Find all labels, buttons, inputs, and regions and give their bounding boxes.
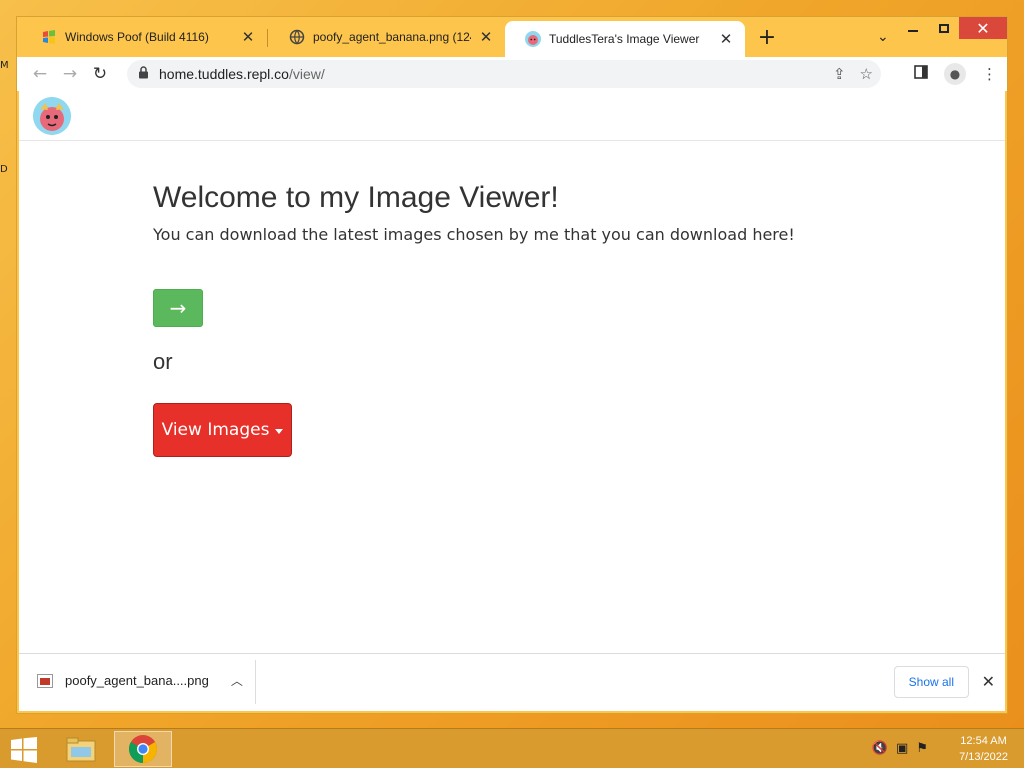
tab-divider <box>267 29 268 47</box>
page-title: Welcome to my Image Viewer! <box>153 181 559 214</box>
back-icon[interactable]: ← <box>25 64 55 84</box>
tab-title: TuddlesTera's Image Viewer <box>549 32 700 46</box>
start-button[interactable] <box>10 737 38 763</box>
download-shelf: poofy_agent_bana....png ︿ Show all ✕ <box>19 653 1005 711</box>
desktop-text-fragment: M <box>0 60 9 71</box>
shelf-divider <box>255 660 256 704</box>
windows-logo-icon <box>11 737 37 763</box>
close-icon[interactable]: ✕ <box>982 672 995 691</box>
profile-avatar-icon[interactable]: ● <box>944 63 966 85</box>
page-viewport: Welcome to my Image Viewer! You can down… <box>19 91 1005 653</box>
close-icon[interactable]: ✕ <box>479 28 493 46</box>
browser-window: ✕ Windows Poof (Build 4116) ✕ poofy_agen… <box>16 16 1008 714</box>
download-item[interactable]: poofy_agent_bana....png ︿ <box>37 672 243 689</box>
taskbar-chrome[interactable] <box>114 731 172 767</box>
arrow-right-icon: → <box>169 296 187 320</box>
close-icon[interactable]: ✕ <box>719 30 733 48</box>
forward-icon[interactable]: → <box>55 64 85 84</box>
tab-search-chevron-icon[interactable]: ⌄ <box>877 29 889 45</box>
url-path: /view/ <box>288 66 325 82</box>
system-tray: 🔇 ▣ ⚑ <box>872 741 928 756</box>
caret-down-icon <box>275 429 284 434</box>
omnibox-actions: ⇪ ☆ <box>833 65 873 83</box>
clock-date: 7/13/2022 <box>959 751 1008 763</box>
address-bar[interactable]: home.tuddles.repl.co/view/ ⇪ ☆ <box>127 60 881 88</box>
clock-time: 12:54 AM <box>960 735 1007 747</box>
browser-toolbar: ← → ↻ home.tuddles.repl.co/view/ ⇪ ☆ ● ⋮ <box>17 57 1007 91</box>
windows-flag-icon <box>43 30 55 44</box>
network-icon[interactable]: ▣ <box>896 741 908 756</box>
taskbar-file-explorer[interactable] <box>52 731 110 767</box>
close-icon[interactable]: ✕ <box>241 28 255 46</box>
taskbar-clock[interactable]: 12:54 AM 7/13/2022 <box>959 733 1008 765</box>
download-arrow-button[interactable]: → <box>153 289 203 327</box>
avatar-icon <box>525 31 541 47</box>
volume-muted-icon[interactable]: 🔇 <box>872 741 888 756</box>
lock-icon[interactable] <box>127 66 159 82</box>
show-all-button[interactable]: Show all <box>893 666 969 698</box>
or-separator-text: or <box>153 349 173 374</box>
kebab-menu-icon[interactable]: ⋮ <box>982 65 997 83</box>
bookmark-star-icon[interactable]: ☆ <box>860 65 873 83</box>
tab-windows-poof[interactable]: Windows Poof (Build 4116) ✕ <box>21 21 267 53</box>
share-icon[interactable]: ⇪ <box>833 65 846 83</box>
tab-strip: Windows Poof (Build 4116) ✕ poofy_agent_… <box>17 21 1007 57</box>
chevron-up-icon[interactable]: ︿ <box>231 672 243 689</box>
image-file-icon <box>37 673 53 688</box>
site-logo-avatar[interactable] <box>33 97 71 135</box>
tab-title: Windows Poof (Build 4116) <box>65 30 209 44</box>
side-panel-icon[interactable] <box>914 65 928 83</box>
tab-poofy-agent-banana[interactable]: poofy_agent_banana.png (1240× ✕ <box>269 21 505 53</box>
download-filename: poofy_agent_bana....png <box>65 673 209 688</box>
tab-image-viewer[interactable]: TuddlesTera's Image Viewer ✕ <box>505 21 745 57</box>
avatar-icon <box>33 97 71 135</box>
folder-icon <box>66 737 96 762</box>
reload-icon[interactable]: ↻ <box>85 64 115 84</box>
globe-icon <box>289 29 305 45</box>
desktop-text-fragment: D <box>0 164 8 175</box>
page-subtitle: You can download the latest images chose… <box>153 225 795 244</box>
taskbar: 🔇 ▣ ⚑ 12:54 AM 7/13/2022 <box>0 728 1024 768</box>
new-tab-button[interactable]: + <box>755 25 779 50</box>
toolbar-right-tools: ● ⋮ <box>914 63 997 85</box>
view-images-label: View Images <box>161 420 270 440</box>
main-content: Welcome to my Image Viewer! You can down… <box>153 181 795 457</box>
chrome-icon <box>129 735 157 763</box>
url-host: home.tuddles.repl.co <box>159 66 289 82</box>
view-images-dropdown-button[interactable]: View Images <box>153 403 292 457</box>
action-center-flag-icon[interactable]: ⚑ <box>916 741 928 756</box>
tab-title: poofy_agent_banana.png (1240× <box>313 30 471 44</box>
site-navbar <box>19 91 1005 141</box>
